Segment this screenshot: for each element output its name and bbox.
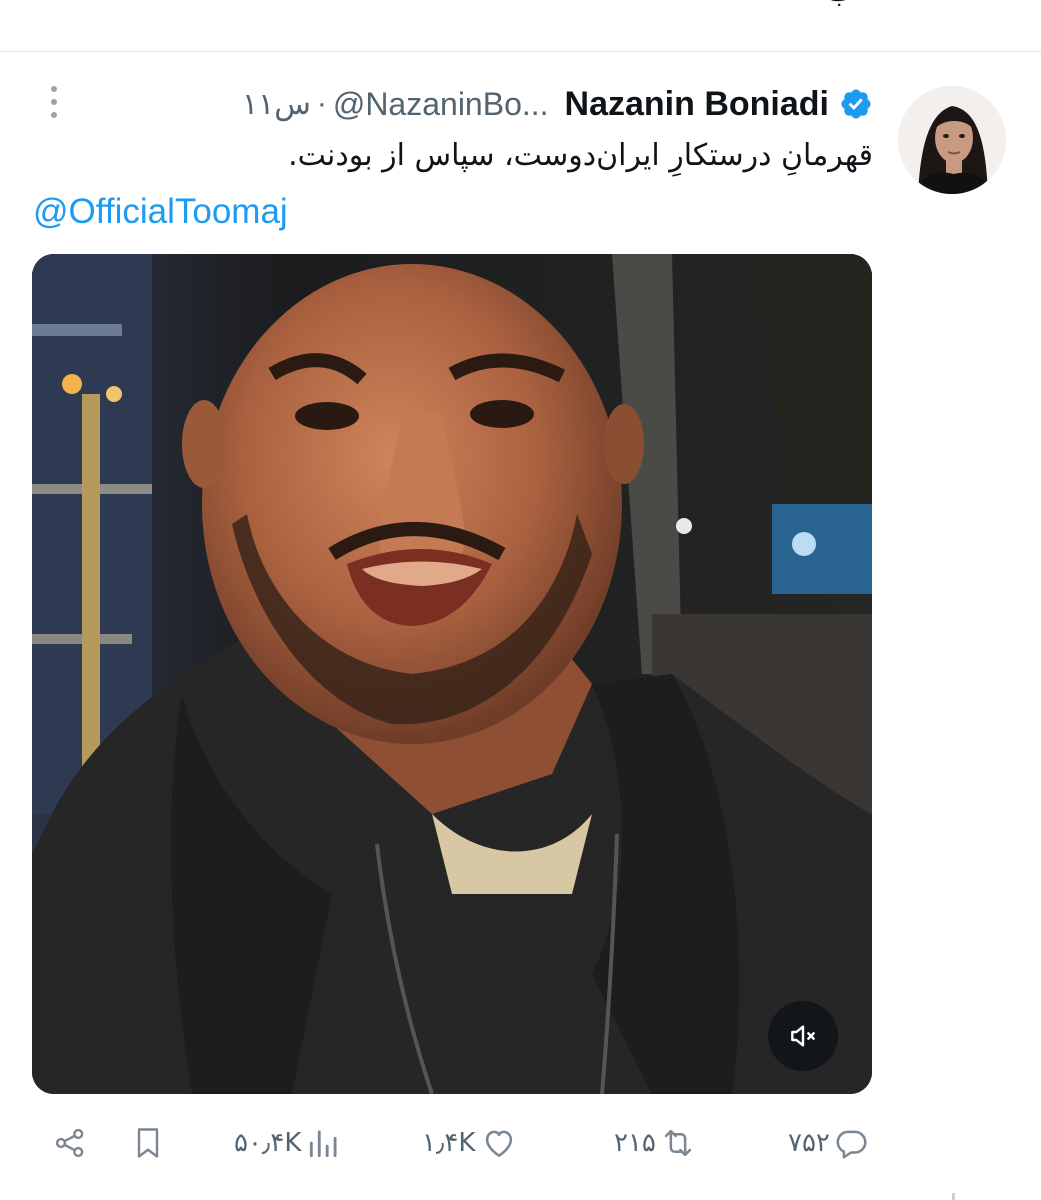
tweet-time[interactable]: ۱۱س — [242, 87, 311, 122]
share-button[interactable] — [52, 1118, 88, 1168]
tweet-text: قهرمانِ درستکارِ ایران‌دوست، سپاس از بود… — [288, 138, 873, 173]
retweets-count: ۲۱۵ — [614, 1128, 656, 1158]
heart-icon — [486, 1130, 513, 1157]
retweet-icon — [664, 1129, 692, 1157]
replies-count: ۷۵۲ — [788, 1128, 830, 1158]
divider — [0, 51, 1041, 52]
likes-count: ۱٫۴K — [422, 1128, 476, 1158]
views-chart-icon — [310, 1130, 337, 1158]
volume-muted-icon[interactable] — [768, 1001, 838, 1071]
user-handle[interactable]: @NazaninBo... — [333, 86, 549, 123]
verified-badge-icon — [841, 89, 871, 119]
like-button[interactable]: ۱٫۴K — [422, 1118, 519, 1168]
avatar[interactable] — [898, 86, 1006, 194]
views-count: ۵۰٫۴K — [234, 1128, 302, 1158]
more-vertical-icon[interactable] — [42, 84, 66, 120]
cut-off-text: ب — [826, 0, 854, 9]
reply-bubble-icon — [836, 1130, 867, 1159]
mention-link[interactable]: @OfficialToomaj — [33, 192, 288, 232]
header-separator: · — [316, 87, 327, 120]
video-frame — [32, 254, 872, 1094]
bookmark-icon — [137, 1128, 159, 1158]
video-player[interactable] — [32, 254, 872, 1094]
divider-fragment — [952, 1193, 955, 1200]
bookmark-button[interactable] — [130, 1118, 166, 1168]
display-name[interactable]: Nazanin Boniadi — [565, 85, 829, 124]
avatar-image — [898, 86, 1006, 194]
views-button[interactable]: ۵۰٫۴K — [234, 1118, 343, 1168]
tweet-header: ۱۱س · @NazaninBo... Nazanin Boniadi — [242, 80, 873, 128]
reply-button[interactable]: ۷۵۲ — [788, 1118, 870, 1168]
retweet-button[interactable]: ۲۱۵ — [614, 1118, 698, 1168]
tweet-screen: ب ۱۱س · @NazaninBo... Nazanin Boniadi قه… — [0, 0, 1041, 1200]
share-icon — [55, 1128, 84, 1158]
